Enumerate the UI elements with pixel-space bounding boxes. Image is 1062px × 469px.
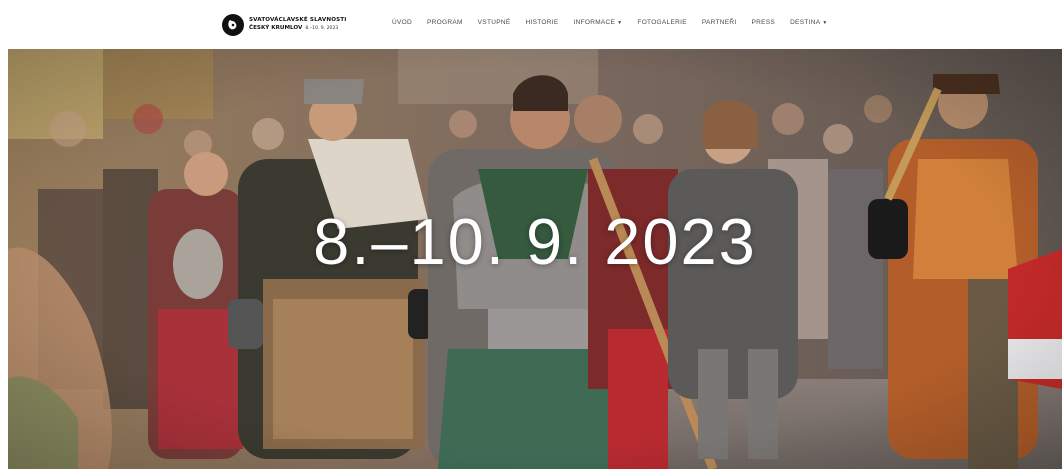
nav-label: VSTUPNÉ (477, 19, 511, 26)
nav-label: FOTOGALERIE (637, 19, 687, 26)
hero-banner: 8.–10. 9. 2023 (8, 49, 1062, 469)
nav-label: PARTNEŘI (701, 19, 737, 26)
nav-item-press[interactable]: PRESS (752, 19, 776, 26)
chevron-down-icon: ▼ (822, 19, 828, 26)
nav-item-informace[interactable]: INFORMACE ▼ (573, 19, 622, 26)
logo-dates: 8.–10. 9. 2023 (305, 26, 339, 31)
nav-label: HISTORIE (525, 19, 559, 26)
site-header: SVATOVÁCLAVSKÉ SLAVNOSTI ČESKÝ KRUMLOV 8… (0, 0, 1062, 48)
nav-item-vstupne[interactable]: VSTUPNÉ (478, 19, 511, 26)
krumlov-emblem-icon (222, 14, 244, 36)
nav-label: ÚVOD (392, 19, 412, 26)
nav-item-program[interactable]: PROGRAM (427, 19, 463, 26)
nav-label: DESTINA (790, 19, 821, 26)
logo-subtitle: ČESKÝ KRUMLOV (249, 25, 303, 31)
nav-label: PROGRAM (426, 19, 463, 26)
main-navigation: ÚVOD PROGRAM VSTUPNÉ HISTORIE INFORMACE ▼… (392, 19, 828, 26)
nav-label: INFORMACE (573, 19, 616, 26)
nav-item-fotogalerie[interactable]: FOTOGALERIE (637, 19, 686, 26)
nav-item-uvod[interactable]: ÚVOD (392, 19, 412, 26)
chevron-down-icon: ▼ (617, 19, 623, 26)
nav-item-historie[interactable]: HISTORIE (525, 19, 558, 26)
nav-item-destina[interactable]: DESTINA ▼ (790, 19, 828, 26)
nav-label: PRESS (751, 19, 776, 26)
logo-title: SVATOVÁCLAVSKÉ SLAVNOSTI (249, 17, 347, 24)
event-date-heading: 8.–10. 9. 2023 (313, 205, 757, 278)
site-logo[interactable]: SVATOVÁCLAVSKÉ SLAVNOSTI ČESKÝ KRUMLOV 8… (222, 12, 346, 38)
nav-item-partneri[interactable]: PARTNEŘI (702, 19, 737, 26)
